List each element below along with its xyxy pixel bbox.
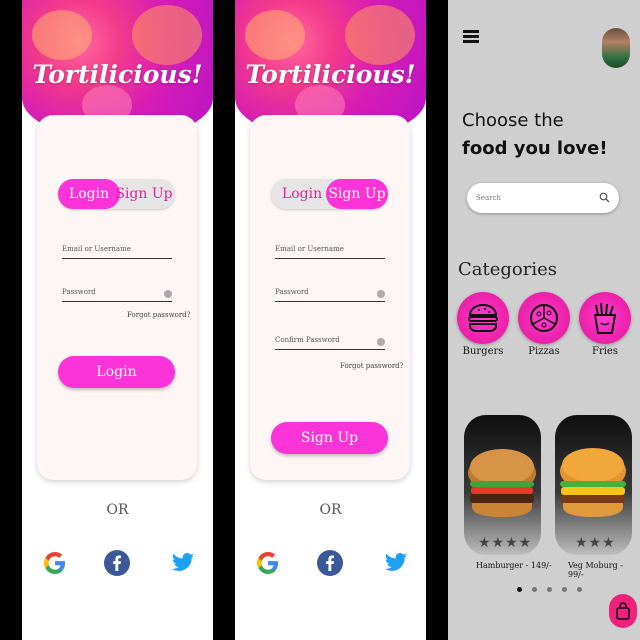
carousel-dot[interactable]: [577, 587, 582, 592]
category-label: Fries: [592, 346, 618, 357]
categories-title: Categories: [458, 259, 557, 280]
hamburger-image: [468, 449, 536, 517]
heading-line1: Choose the: [462, 110, 564, 131]
food-blob: [345, 5, 415, 65]
password-field[interactable]: Password: [62, 288, 172, 302]
facebook-icon[interactable]: [102, 543, 132, 583]
auth-tab-switch: Login Sign Up: [58, 179, 175, 209]
carousel-dot[interactable]: [562, 587, 567, 592]
carousel-dot[interactable]: [532, 587, 537, 592]
home-screen: Choose the food you love! Search Categor…: [448, 0, 640, 640]
food-card-hamburger[interactable]: [464, 415, 541, 555]
app-title: Tortilicious!: [32, 60, 203, 89]
signup-button[interactable]: Sign Up: [271, 422, 388, 454]
tab-signup[interactable]: Sign Up: [113, 179, 175, 209]
email-placeholder: Email or Username: [275, 245, 344, 253]
cart-button[interactable]: [609, 594, 637, 628]
google-icon[interactable]: [40, 543, 70, 583]
food-blob: [32, 10, 92, 60]
burger-icon: [457, 292, 509, 344]
search-input[interactable]: Search: [467, 183, 619, 213]
password-placeholder: Password: [62, 288, 96, 296]
email-field[interactable]: Email or Username: [62, 245, 172, 259]
signup-screen: Tortilicious! Login Sign Up Email or Use…: [235, 0, 426, 640]
tab-signup[interactable]: Sign Up: [326, 179, 388, 209]
pizza-icon: [518, 292, 570, 344]
eye-icon[interactable]: [377, 338, 385, 346]
carousel-dots: [517, 587, 582, 592]
eye-icon[interactable]: [377, 290, 385, 298]
facebook-icon[interactable]: [315, 543, 345, 583]
search-icon[interactable]: [599, 192, 610, 203]
category-label: Burgers: [462, 346, 504, 357]
shopping-bag-icon: [616, 602, 630, 620]
confirm-password-placeholder: Confirm Password: [275, 336, 340, 344]
food-blob: [132, 5, 202, 65]
forgot-password-link[interactable]: Forgot password?: [340, 362, 403, 370]
category-fries[interactable]: Fries: [579, 292, 631, 364]
tab-login[interactable]: Login: [271, 179, 333, 209]
email-placeholder: Email or Username: [62, 245, 131, 253]
rating-stars: ★★★★: [478, 535, 533, 551]
or-divider: OR: [106, 502, 129, 518]
category-pizzas[interactable]: Pizzas: [518, 292, 570, 364]
forgot-password-link[interactable]: Forgot password?: [127, 311, 190, 319]
login-screen: Tortilicious! Login Sign Up Email or Use…: [22, 0, 213, 640]
carousel-dot[interactable]: [517, 587, 522, 592]
google-icon[interactable]: [253, 543, 283, 583]
category-burgers[interactable]: Burgers: [457, 292, 509, 364]
tab-login[interactable]: Login: [58, 179, 120, 209]
login-card: Login Sign Up Email or Username Password…: [37, 115, 197, 480]
confirm-password-field[interactable]: Confirm Password: [275, 336, 385, 350]
signup-card: Login Sign Up Email or Username Password…: [250, 115, 410, 480]
auth-tab-switch: Login Sign Up: [271, 179, 388, 209]
password-field[interactable]: Password: [275, 288, 385, 302]
fries-icon: [579, 292, 631, 344]
twitter-icon[interactable]: [168, 543, 198, 583]
veg-burger-image: [560, 448, 626, 517]
food-name: Hamburger - 149/-: [476, 561, 552, 570]
app-title: Tortilicious!: [245, 60, 416, 89]
heading-line2: food you love!: [462, 138, 608, 159]
login-button[interactable]: Login: [58, 356, 175, 388]
eye-icon[interactable]: [164, 290, 172, 298]
category-label: Pizzas: [528, 346, 560, 357]
email-field[interactable]: Email or Username: [275, 245, 385, 259]
or-divider: OR: [319, 502, 342, 518]
food-blob: [245, 10, 305, 60]
search-placeholder: Search: [476, 194, 501, 202]
twitter-icon[interactable]: [381, 543, 411, 583]
food-card-veg-moburg[interactable]: [555, 415, 632, 555]
avatar[interactable]: [602, 28, 630, 68]
food-name: Veg Moburg - 99/-: [568, 561, 623, 579]
carousel-dot[interactable]: [547, 587, 552, 592]
password-placeholder: Password: [275, 288, 309, 296]
rating-stars: ★★★: [575, 535, 616, 551]
menu-icon[interactable]: [463, 30, 479, 46]
